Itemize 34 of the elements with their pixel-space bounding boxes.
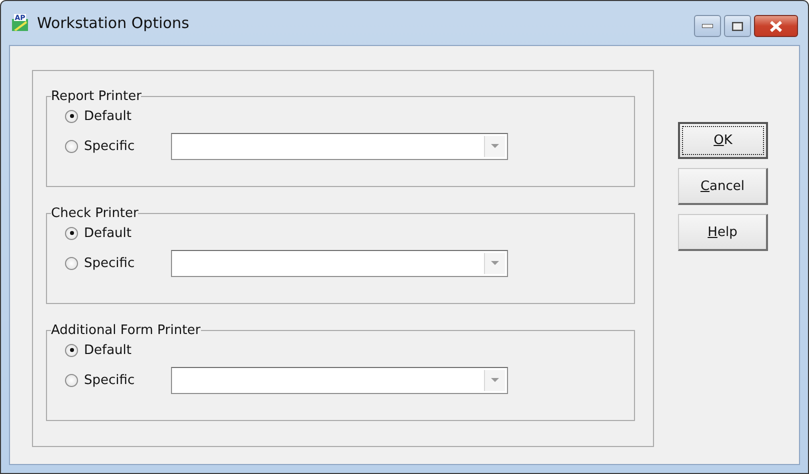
radio-label: Default (84, 342, 132, 358)
minimize-icon (702, 24, 713, 28)
close-button[interactable] (754, 15, 798, 37)
dialog-button[interactable]: Help (678, 214, 768, 251)
radio-button[interactable] (65, 226, 78, 240)
maximize-icon (732, 22, 743, 30)
radio-label: Specific (84, 138, 135, 154)
radio-button[interactable] (65, 110, 78, 122)
radio-option[interactable]: Default (65, 226, 171, 240)
radio-button[interactable] (65, 140, 78, 152)
radio-option[interactable]: Specific (65, 138, 171, 154)
printer-dropdown[interactable] (171, 366, 508, 394)
group-title: Check Printer (51, 206, 138, 221)
radio-button[interactable] (65, 256, 78, 270)
radio-label: Default (84, 226, 132, 240)
radio-label: Specific (84, 372, 135, 388)
window-title: Workstation Options (37, 14, 190, 32)
radio-option[interactable]: Default (65, 108, 171, 124)
minimize-button[interactable] (694, 15, 721, 37)
radio-option[interactable]: Specific (65, 372, 171, 388)
group-title: Additional Form Printer (51, 323, 201, 338)
dialog-button[interactable]: OK (678, 122, 768, 159)
printer-dropdown[interactable] (171, 132, 508, 160)
radio-label: Specific (84, 256, 135, 270)
maximize-button[interactable] (724, 15, 751, 37)
printer-dropdown[interactable] (171, 250, 508, 276)
radio-label: Default (84, 108, 132, 124)
group-title: Report Printer (51, 89, 142, 104)
radio-option[interactable]: Default (65, 342, 171, 358)
dialog-button[interactable]: Cancel (678, 168, 768, 205)
radio-button[interactable] (65, 344, 78, 356)
radio-button[interactable] (65, 374, 78, 386)
radio-option[interactable]: Specific (65, 256, 171, 270)
close-icon (769, 20, 783, 32)
